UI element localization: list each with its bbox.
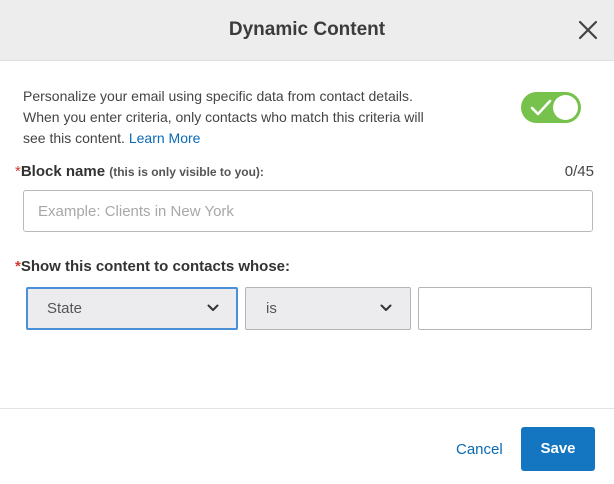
- block-name-label: *Block name (this is only visible to you…: [15, 163, 264, 180]
- field-select-value: State: [47, 300, 83, 317]
- toggle-knob: [553, 95, 578, 120]
- save-button[interactable]: Save: [521, 427, 595, 471]
- learn-more-link[interactable]: Learn More: [129, 130, 201, 146]
- dialog-header: Dynamic Content: [0, 0, 614, 61]
- chevron-down-icon: [207, 304, 219, 311]
- operator-select[interactable]: is: [245, 287, 411, 330]
- criteria-value-input[interactable]: [418, 287, 592, 330]
- check-icon: [530, 99, 552, 116]
- intro-text: Personalize your email using specific da…: [23, 86, 443, 149]
- footer-divider: [0, 408, 614, 409]
- field-select[interactable]: State: [26, 287, 238, 330]
- operator-select-value: is: [266, 300, 277, 317]
- dynamic-content-toggle[interactable]: [521, 92, 581, 123]
- character-counter: 0/45: [564, 163, 594, 180]
- criteria-label-text: Show this content to contacts whose:: [20, 258, 291, 275]
- dialog-title: Dynamic Content: [228, 19, 386, 40]
- close-button[interactable]: [576, 18, 600, 42]
- criteria-label: *Show this content to contacts whose:: [15, 258, 290, 275]
- cancel-button[interactable]: Cancel: [456, 441, 503, 458]
- block-name-label-text: Block name: [20, 163, 106, 180]
- intro-description: Personalize your email using specific da…: [23, 88, 424, 146]
- block-name-input[interactable]: [23, 190, 593, 232]
- chevron-down-icon: [380, 304, 392, 311]
- block-name-sublabel: (this is only visible to you):: [109, 165, 264, 179]
- close-icon: [578, 20, 598, 40]
